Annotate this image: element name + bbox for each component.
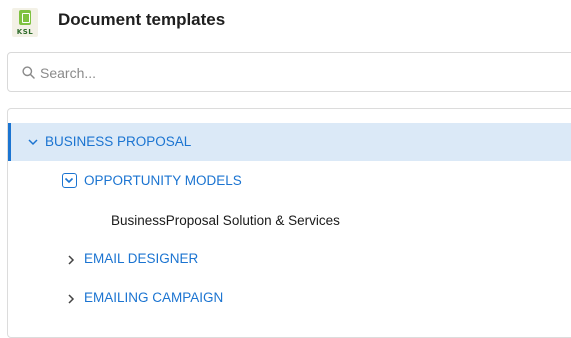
search-box[interactable] <box>7 52 571 92</box>
template-tree: BUSINESS PROPOSAL OPPORTUNITY MODELS Bus… <box>7 108 571 338</box>
tree-item-emailing-campaign[interactable]: EMAILING CAMPAIGN <box>8 279 571 317</box>
chevron-down-icon[interactable] <box>27 136 39 148</box>
search-input[interactable] <box>38 62 442 84</box>
tree-item-opportunity-models[interactable]: OPPORTUNITY MODELS <box>8 162 571 200</box>
app-logo: KSL <box>12 8 38 37</box>
document-logo-icon <box>19 10 31 25</box>
tree-item-label: EMAILING CAMPAIGN <box>84 290 224 305</box>
tree-item-label: OPPORTUNITY MODELS <box>84 173 242 188</box>
chevron-right-icon[interactable] <box>65 293 77 305</box>
tree-item-business-proposal[interactable]: BUSINESS PROPOSAL <box>8 123 571 161</box>
tree-item-label: EMAIL DESIGNER <box>84 251 199 266</box>
template-name: BusinessProposal Solution & Services <box>111 213 340 228</box>
chevron-down-icon[interactable] <box>62 173 77 188</box>
header: KSL Document templates <box>0 0 571 48</box>
chevron-right-icon[interactable] <box>65 254 77 266</box>
page-title: Document templates <box>58 10 226 29</box>
tree-item-label: BUSINESS PROPOSAL <box>45 134 192 149</box>
search-icon <box>22 66 35 79</box>
tree-item-leaf[interactable]: BusinessProposal Solution & Services <box>8 201 571 239</box>
logo-text: KSL <box>16 28 34 36</box>
tree-item-email-designer[interactable]: EMAIL DESIGNER <box>8 240 571 278</box>
